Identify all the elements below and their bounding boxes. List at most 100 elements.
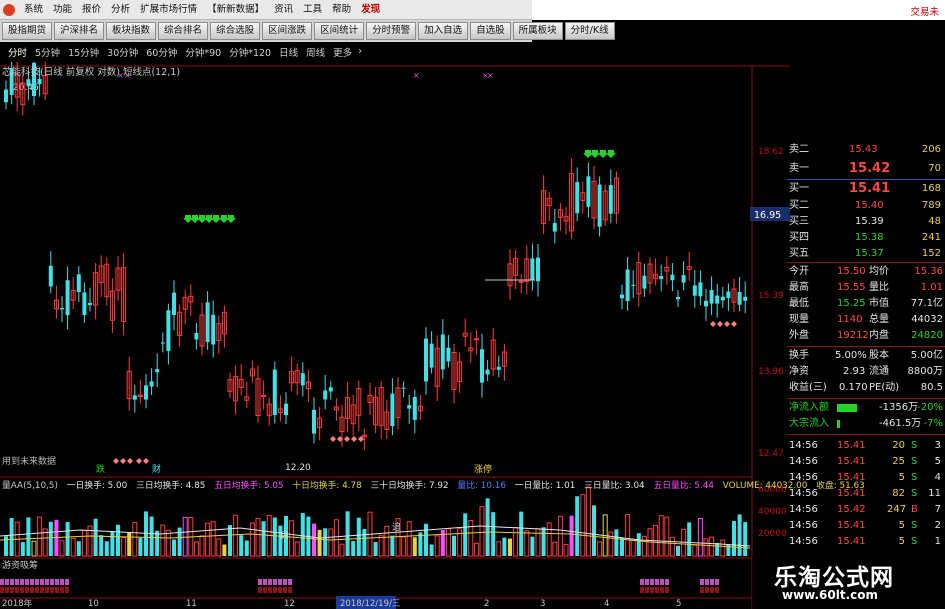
bid-row-5[interactable]: 买五 15.37 152 <box>787 246 945 262</box>
candle <box>501 343 507 381</box>
menu-quote[interactable]: 报价 <box>77 0 106 20</box>
menu-extended-market[interactable]: 扩展市场行情 <box>135 0 202 20</box>
candle <box>305 369 311 402</box>
btn-intraday-kline[interactable]: 分时/K线 <box>564 22 615 40</box>
menu-info[interactable]: 资讯 <box>269 0 298 20</box>
volume-bar <box>37 516 43 557</box>
candle <box>65 266 70 330</box>
volume-bar <box>351 541 356 556</box>
btn-sh-sz-rank[interactable]: 沪深排名 <box>54 22 105 40</box>
volume-bar <box>563 543 569 557</box>
kline-chart[interactable]: 20.46 12.20 18.6215.3913.9612.47 16.95 用… <box>0 62 790 478</box>
lower-indicator-mark <box>35 587 39 593</box>
volume-bar <box>70 537 76 557</box>
candle <box>642 263 647 297</box>
btn-range-change[interactable]: 区间涨跌 <box>262 22 313 40</box>
volume-bar <box>4 536 8 556</box>
menu-new-data[interactable]: 【新新数据】 <box>202 0 269 20</box>
btn-watchlist[interactable]: 自选股 <box>470 22 511 40</box>
candle <box>166 303 171 365</box>
lower-indicator-mark <box>10 587 14 593</box>
menu-tools[interactable]: 工具 <box>298 0 327 20</box>
chevron-right-icon[interactable]: › <box>356 46 364 57</box>
buy-signal-diamond <box>731 321 737 327</box>
stat-row-open: 今开 15.50 均价 15.36 <box>789 266 943 277</box>
bid-row-1[interactable]: 买一 15.41 168 <box>787 180 945 198</box>
tick-side: S <box>911 536 918 547</box>
period-15min[interactable]: 15分钟 <box>64 45 103 59</box>
volume-bar <box>697 517 703 557</box>
lower-indicator-mark <box>65 587 69 593</box>
volume-bar <box>485 498 490 556</box>
lower-indicator-mark <box>715 587 719 593</box>
lower-indicator-mark <box>705 579 709 585</box>
period-intraday[interactable]: 分时 <box>4 45 31 59</box>
tick-volume: 247 <box>887 504 907 515</box>
volume-bar <box>261 521 266 556</box>
ask-row-1[interactable]: 卖一 15.42 70 <box>787 160 945 178</box>
period-weekly[interactable]: 周线 <box>302 45 329 59</box>
price-axis-label: 13.96 <box>758 367 784 377</box>
lower-indicator-mark <box>10 579 14 585</box>
tick-count: 11 <box>928 488 941 499</box>
period-5min[interactable]: 5分钟 <box>31 45 64 59</box>
period-60min[interactable]: 60分钟 <box>142 45 181 59</box>
volume-bar <box>620 537 624 556</box>
menu-discover[interactable]: 发现 <box>356 0 385 20</box>
candle <box>132 384 137 413</box>
buy-signal-diamond <box>724 321 730 327</box>
buy-signal-diamond <box>136 458 142 464</box>
vol-annotation-1: 启 <box>280 529 289 541</box>
candle <box>216 315 222 354</box>
menu-function[interactable]: 功能 <box>48 0 77 20</box>
lower-indicator-mark <box>283 579 287 585</box>
period-90min[interactable]: 分钟*90 <box>181 45 225 59</box>
volume-bar <box>216 538 222 557</box>
lower-indicator-mark <box>258 587 262 593</box>
candle <box>731 278 737 313</box>
btn-add-watchlist[interactable]: 加入自选 <box>418 22 469 40</box>
top-marker: × <box>413 71 420 80</box>
lower-indicator-mark <box>5 579 9 585</box>
candle <box>88 287 92 312</box>
candle <box>608 169 613 224</box>
btn-intraday-alert[interactable]: 分时预警 <box>366 22 417 40</box>
volume-bar <box>434 535 440 557</box>
period-30min[interactable]: 30分钟 <box>103 45 142 59</box>
menu-help[interactable]: 帮助 <box>327 0 356 20</box>
bid-row-4[interactable]: 买四 15.38 241 <box>787 230 945 246</box>
period-daily[interactable]: 日线 <box>275 45 302 59</box>
period-more[interactable]: 更多 <box>329 45 356 59</box>
volume-bar <box>457 528 463 557</box>
volume-bar <box>597 541 603 557</box>
candle <box>155 353 160 388</box>
btn-range-stats[interactable]: 区间统计 <box>314 22 365 40</box>
volume-axis-label: 40000 <box>758 507 787 517</box>
ask-row-2[interactable]: 卖二 15.43 206 <box>787 142 945 158</box>
lower-indicator-marks <box>0 579 719 593</box>
bid-row-2[interactable]: 买二 15.40 789 <box>787 198 945 214</box>
vol-turnover-5d: 五日均换手: 5.05 <box>214 481 284 491</box>
volume-bar <box>210 521 216 557</box>
volume-bar <box>468 520 474 557</box>
trade-link[interactable]: 交易未 <box>910 4 939 18</box>
future-data-label: 用到未来数据 <box>2 455 56 467</box>
period-120min[interactable]: 分钟*120 <box>225 45 275 59</box>
buy-signal-diamond <box>120 458 126 464</box>
volume-bar <box>569 515 574 556</box>
volume-panel[interactable]: 600004000020000 启 追 游资吸筹 2018年 10 11 12 2018… <box>0 478 790 609</box>
menu-analysis[interactable]: 分析 <box>106 0 135 20</box>
lower-indicator-mark <box>45 579 49 585</box>
stat-row-turnover: 换手 5.00% 股本 5.00亿 <box>789 350 943 361</box>
btn-sector-index[interactable]: 板块指数 <box>106 22 157 40</box>
volume-bar <box>692 544 698 557</box>
btn-overall-screen[interactable]: 综合选股 <box>210 22 261 40</box>
volume-bar <box>530 536 535 556</box>
btn-overall-rank[interactable]: 综合排名 <box>158 22 209 40</box>
current-price-label: 16.95 <box>754 210 781 221</box>
btn-sector[interactable]: 所属板块 <box>512 22 563 40</box>
tick-price: 15.41 <box>837 520 866 531</box>
bid-row-3[interactable]: 买三 15.39 48 <box>787 214 945 230</box>
menu-system[interactable]: 系统 <box>19 0 48 20</box>
btn-index-futures[interactable]: 股指期货 <box>2 22 53 40</box>
